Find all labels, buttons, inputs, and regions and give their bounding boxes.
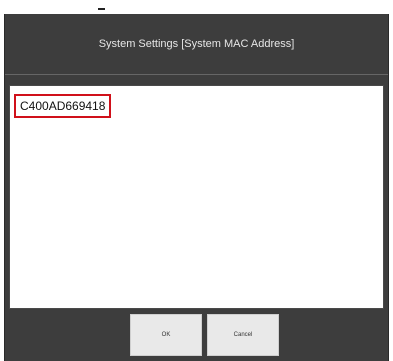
background-strip [0, 0, 393, 14]
settings-dialog: System Settings [System MAC Address] C40… [4, 14, 389, 361]
mac-address-value[interactable]: C400AD669418 [14, 94, 112, 118]
mac-address-textarea[interactable] [9, 85, 384, 309]
cursor-mark [98, 8, 105, 10]
cancel-button[interactable]: Cancel [207, 314, 279, 356]
ok-button[interactable]: OK [130, 314, 202, 356]
dialog-title: System Settings [System MAC Address] [98, 38, 295, 50]
title-divider [5, 74, 388, 75]
